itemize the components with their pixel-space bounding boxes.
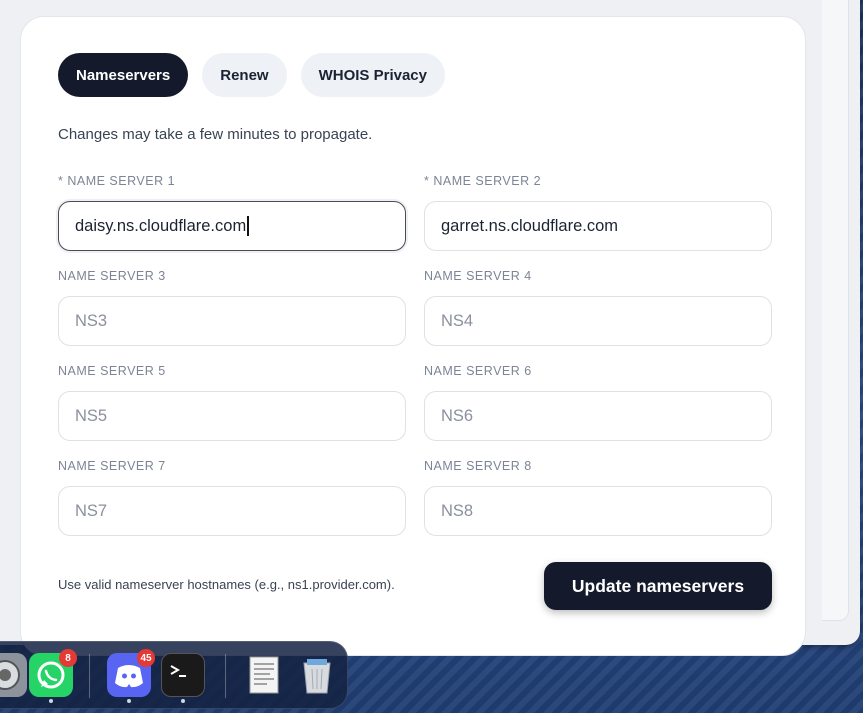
running-indicator xyxy=(181,699,185,703)
ns4-placeholder: NS4 xyxy=(441,311,474,330)
whatsapp-icon[interactable]: 8 xyxy=(29,649,77,697)
ns7-placeholder: NS7 xyxy=(75,501,108,520)
side-panel-edge xyxy=(822,0,849,621)
discord-badge: 45 xyxy=(137,649,155,667)
discord-icon[interactable]: 45 xyxy=(107,649,155,697)
ns3-placeholder: NS3 xyxy=(75,311,108,330)
ns6-label: NAME SERVER 6 xyxy=(424,364,532,378)
terminal-icon[interactable] xyxy=(161,653,205,697)
app-window: Nameservers Renew WHOIS Privacy Changes … xyxy=(0,0,860,656)
system-settings-icon[interactable] xyxy=(0,653,27,697)
ns5-label: NAME SERVER 5 xyxy=(58,364,166,378)
update-nameservers-button[interactable]: Update nameservers xyxy=(544,562,772,610)
ns8-input[interactable]: NS8 xyxy=(424,486,772,536)
tab-whois-privacy[interactable]: WHOIS Privacy xyxy=(300,53,445,97)
whatsapp-badge: 8 xyxy=(59,649,77,667)
ns7-label: NAME SERVER 7 xyxy=(58,459,166,473)
ns6-input[interactable]: NS6 xyxy=(424,391,772,441)
ns1-label: * NAME SERVER 1 xyxy=(58,174,176,188)
trash-icon[interactable] xyxy=(295,653,339,697)
ns8-placeholder: NS8 xyxy=(441,501,474,520)
tab-bar: Nameservers Renew WHOIS Privacy xyxy=(58,53,445,97)
tab-nameservers[interactable]: Nameservers xyxy=(58,53,189,97)
ns3-input[interactable]: NS3 xyxy=(58,296,406,346)
hostname-hint: Use valid nameserver hostnames (e.g., ns… xyxy=(58,577,395,592)
running-indicator xyxy=(127,699,131,703)
dock-separator xyxy=(89,654,90,698)
ns4-input[interactable]: NS4 xyxy=(424,296,772,346)
ns4-label: NAME SERVER 4 xyxy=(424,269,532,283)
ns7-input[interactable]: NS7 xyxy=(58,486,406,536)
text-cursor xyxy=(247,216,249,236)
ns6-placeholder: NS6 xyxy=(441,406,474,425)
running-indicator xyxy=(49,699,53,703)
dock: 8 45 xyxy=(0,641,348,709)
ns2-value: garret.ns.cloudflare.com xyxy=(441,216,618,235)
ns8-label: NAME SERVER 8 xyxy=(424,459,532,473)
nameservers-card: Nameservers Renew WHOIS Privacy Changes … xyxy=(20,16,806,656)
ns2-label: * NAME SERVER 2 xyxy=(424,174,542,188)
ns1-input[interactable]: daisy.ns.cloudflare.com xyxy=(58,201,406,251)
ns2-input[interactable]: garret.ns.cloudflare.com xyxy=(424,201,772,251)
ns3-label: NAME SERVER 3 xyxy=(58,269,166,283)
propagation-hint: Changes may take a few minutes to propag… xyxy=(58,126,373,143)
dock-separator xyxy=(225,654,226,698)
ns1-value: daisy.ns.cloudflare.com xyxy=(75,216,247,235)
ns5-placeholder: NS5 xyxy=(75,406,108,425)
document-icon[interactable] xyxy=(243,653,287,697)
tab-renew[interactable]: Renew xyxy=(202,53,287,97)
ns5-input[interactable]: NS5 xyxy=(58,391,406,441)
